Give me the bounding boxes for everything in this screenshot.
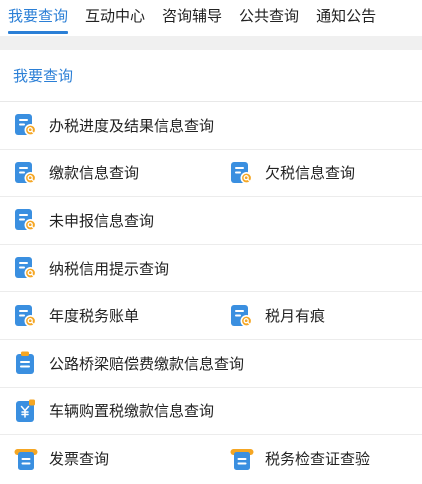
tab-my-query[interactable]: 我要查询 (8, 0, 69, 36)
item-label: 税务检查证查验 (265, 450, 371, 469)
item-label: 缴款信息查询 (49, 164, 140, 183)
section-divider (0, 36, 422, 50)
list-row: 车辆购置税缴款信息查询 (0, 388, 422, 436)
document-search-icon (229, 303, 255, 329)
tab-notices[interactable]: 通知公告 (316, 0, 376, 36)
item-label: 发票查询 (49, 450, 110, 469)
yuan-tax-icon (13, 398, 39, 424)
item-label: 年度税务账单 (49, 307, 140, 326)
item-label: 欠税信息查询 (265, 164, 356, 183)
list-row: 缴款信息查询 欠税信息查询 (0, 150, 422, 198)
item-bridge-fee-query[interactable]: 公路桥梁赔偿费缴款信息查询 (0, 340, 422, 387)
item-monthly-trace[interactable]: 税月有痕 (229, 292, 325, 339)
item-label: 办税进度及结果信息查询 (49, 116, 215, 135)
query-list: 办税进度及结果信息查询 缴款信息查询 欠税信息查询 未申报信息查询 纳税信用提示… (0, 102, 422, 483)
item-label: 税月有痕 (265, 307, 326, 326)
tab-consulting[interactable]: 咨询辅导 (162, 0, 222, 36)
item-tax-progress-query[interactable]: 办税进度及结果信息查询 (0, 102, 422, 149)
tab-interaction-center[interactable]: 互动中心 (85, 0, 145, 36)
list-row: 公路桥梁赔偿费缴款信息查询 (0, 340, 422, 388)
list-row: 年度税务账单 税月有痕 (0, 292, 422, 340)
section-title: 我要查询 (0, 50, 422, 102)
list-row: 办税进度及结果信息查询 (0, 102, 422, 150)
item-arrears-query[interactable]: 欠税信息查询 (229, 150, 355, 197)
item-undeclared-query[interactable]: 未申报信息查询 (0, 197, 422, 244)
item-inspection-verify[interactable]: 税务检查证查验 (229, 435, 370, 483)
document-search-icon (13, 112, 39, 138)
top-tab-bar: 我要查询 互动中心 咨询辅导 公共查询 通知公告 (0, 0, 422, 36)
item-payment-query[interactable]: 缴款信息查询 (0, 150, 229, 197)
document-search-icon (13, 207, 39, 233)
invoice-icon (229, 446, 255, 472)
item-vehicle-tax-query[interactable]: 车辆购置税缴款信息查询 (0, 388, 422, 435)
item-credit-query[interactable]: 纳税信用提示查询 (0, 245, 422, 292)
item-label: 纳税信用提示查询 (49, 259, 170, 278)
item-annual-bill[interactable]: 年度税务账单 (0, 292, 229, 339)
invoice-icon (13, 446, 39, 472)
document-search-icon (13, 303, 39, 329)
document-search-icon (229, 160, 255, 186)
item-invoice-query[interactable]: 发票查询 (0, 435, 229, 483)
item-label: 未申报信息查询 (49, 211, 155, 230)
tab-public-query[interactable]: 公共查询 (239, 0, 299, 36)
item-label: 公路桥梁赔偿费缴款信息查询 (49, 354, 245, 373)
document-search-icon (13, 255, 39, 281)
clipboard-icon (13, 350, 39, 376)
item-label: 车辆购置税缴款信息查询 (49, 402, 215, 421)
document-search-icon (13, 160, 39, 186)
list-row: 未申报信息查询 (0, 197, 422, 245)
list-row: 发票查询 税务检查证查验 (0, 435, 422, 483)
list-row: 纳税信用提示查询 (0, 245, 422, 293)
